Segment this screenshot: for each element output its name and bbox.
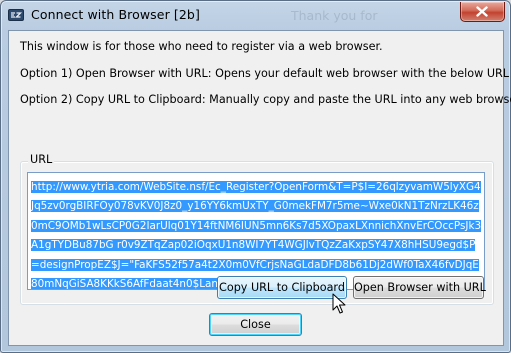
mouse-pointer-icon [332,293,346,314]
background-window-title: Thank you for [291,8,378,23]
close-button[interactable]: Close [209,313,302,336]
close-icon [476,6,488,17]
url-selected-text: http://www.ytria.com/WebSite.nsf/Ec_Regi… [31,181,482,290]
close-window-button[interactable] [460,2,505,22]
url-textarea[interactable]: http://www.ytria.com/WebSite.nsf/Ec_Regi… [27,172,485,290]
window-title: Connect with Browser [2b] [31,7,200,22]
option1-text: Option 1) Open Browser with URL: Opens y… [20,67,510,80]
open-browser-button[interactable]: Open Browser with URL [353,276,486,299]
option2-text: Option 2) Copy URL to Clipboard: Manuall… [20,93,511,106]
url-group-label: URL [28,153,55,166]
intro-text: This window is for those who need to reg… [20,40,383,53]
dialog-content: This window is for those who need to reg… [8,30,511,346]
copy-url-button[interactable]: Copy URL to Clipboard [217,276,347,299]
title-bar[interactable]: Connect with Browser [2b] Thank you for [1,1,510,29]
dialog-window: Connect with Browser [2b] Thank you for … [0,0,511,353]
ez-app-icon [8,9,24,21]
